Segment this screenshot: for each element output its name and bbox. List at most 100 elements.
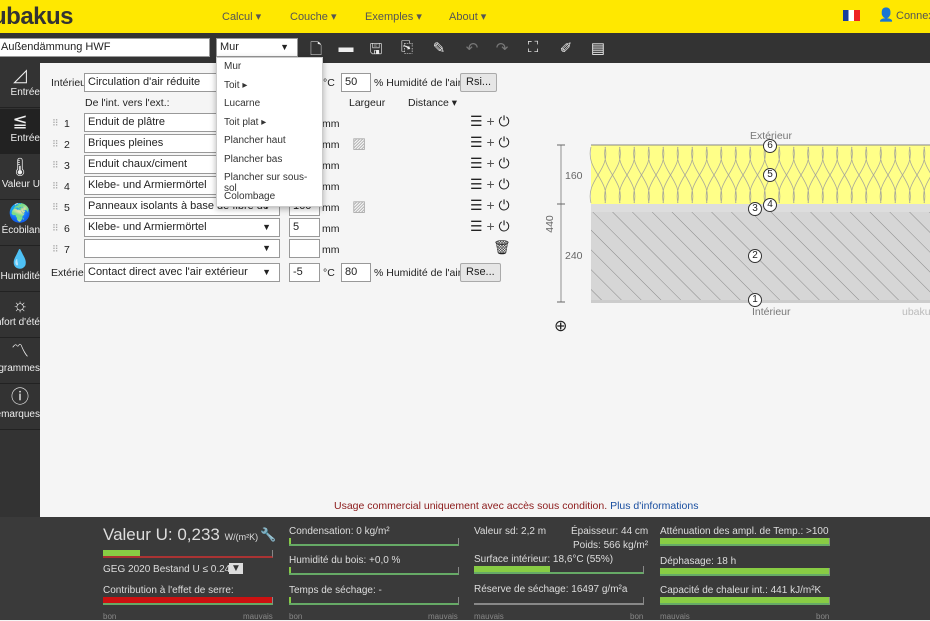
nav-calcul[interactable]: Calcul ▾ bbox=[222, 10, 261, 23]
commercial-notice: Usage commercial uniquement avec accès s… bbox=[334, 500, 698, 512]
greenhouse-bar bbox=[103, 597, 273, 605]
nav-exemples[interactable]: Exemples ▾ bbox=[365, 10, 422, 23]
ruler-icon: ◿ bbox=[13, 65, 27, 85]
save-icon[interactable]: 🖫 bbox=[367, 39, 385, 64]
add-wood-icon[interactable]: ▨ bbox=[352, 197, 366, 215]
nav-about[interactable]: About ▾ bbox=[449, 10, 486, 23]
nav-couche[interactable]: Couche ▾ bbox=[290, 10, 337, 23]
rse-button[interactable]: Rse... bbox=[460, 263, 501, 282]
layer-thickness-input[interactable] bbox=[289, 239, 320, 258]
trash-icon[interactable]: 🗑 bbox=[493, 239, 511, 256]
layer-number: 6 bbox=[64, 223, 70, 235]
surface-temp-bar bbox=[474, 566, 644, 574]
power-icon[interactable]: ⏻ bbox=[499, 134, 510, 150]
exterior-temp-input[interactable]: -5 bbox=[289, 263, 320, 282]
drag-handle[interactable]: ⠿ bbox=[52, 181, 59, 192]
add-layer-icon[interactable]: + bbox=[486, 113, 494, 129]
sidebar-item-entree-ruler[interactable]: ◿ Entrée bbox=[0, 63, 40, 108]
warning-icon: ⓘ bbox=[11, 387, 29, 407]
add-wood-icon[interactable]: ▨ bbox=[352, 134, 366, 152]
layers-icon: ≦ bbox=[12, 111, 28, 131]
edit-icon[interactable]: ✎ bbox=[430, 39, 448, 57]
sidebar-item-valeur-u[interactable]: 🌡 Valeur U bbox=[0, 155, 40, 200]
menu-icon[interactable]: ☰ bbox=[470, 134, 483, 150]
redo-icon[interactable]: ↷ bbox=[493, 39, 511, 57]
sidebar-item-diagrammes[interactable]: 〽Diagrammes bbox=[0, 339, 40, 384]
zoom-in-icon[interactable]: ⊕ bbox=[554, 316, 567, 336]
open-folder-icon[interactable]: ▬ bbox=[337, 39, 355, 56]
layer-material-select[interactable]: Klebe- und Armiermörtel bbox=[84, 218, 280, 237]
wrench-icon[interactable]: 🔧 bbox=[260, 527, 276, 543]
globe-icon: 🌍 bbox=[8, 203, 32, 223]
menu-item[interactable]: Lucarne bbox=[217, 95, 322, 114]
add-layer-icon[interactable]: + bbox=[486, 176, 494, 192]
menu-item[interactable]: Toit ▸ bbox=[217, 77, 322, 96]
construction-type-select[interactable]: Mur bbox=[216, 38, 298, 57]
standard-select[interactable]: GEG 2020 Bestand U ≤ 0.24 bbox=[103, 564, 230, 575]
menu-item[interactable]: Plancher sur sous-sol bbox=[217, 169, 322, 194]
drag-handle[interactable]: ⠿ bbox=[52, 139, 59, 150]
layer-marker-4: 4 bbox=[763, 198, 777, 212]
power-icon[interactable]: ⏻ bbox=[499, 176, 510, 192]
drying-reserve-bar bbox=[474, 597, 644, 605]
pdf-icon[interactable]: ⎘ bbox=[398, 39, 416, 56]
top-bar: ubakus Calcul ▾ Couche ▾ Exemples ▾ Abou… bbox=[0, 0, 930, 33]
dropdown-icon[interactable]: ▼ bbox=[229, 563, 243, 574]
layer-actions: ☰ + ⏻ bbox=[470, 134, 510, 151]
layer-thickness-input[interactable]: 5 bbox=[289, 218, 320, 237]
drag-handle[interactable]: ⠿ bbox=[52, 202, 59, 213]
more-info-link[interactable]: Plus d'informations bbox=[610, 500, 698, 512]
power-icon[interactable]: ⏻ bbox=[499, 218, 510, 234]
logo[interactable]: ubakus bbox=[0, 3, 74, 31]
drag-handle[interactable]: ⠿ bbox=[52, 118, 59, 129]
dim-240: 240 bbox=[565, 250, 583, 262]
menu-item[interactable]: Plancher haut bbox=[217, 132, 322, 151]
sidebar-item-entree-layers[interactable]: ≦ Entrée bbox=[0, 109, 40, 154]
interior-humidity-label: % Humidité de l'air bbox=[374, 77, 462, 89]
distance-header[interactable]: Distance ▾ bbox=[408, 97, 457, 109]
add-layer-icon[interactable]: + bbox=[486, 155, 494, 171]
brush-icon[interactable]: ✐ bbox=[557, 39, 575, 57]
comment-icon[interactable]: ▤ bbox=[589, 39, 607, 57]
menu-icon[interactable]: ☰ bbox=[470, 218, 483, 234]
project-name-input[interactable]: Außendämmung HWF bbox=[0, 38, 210, 57]
add-layer-icon[interactable]: + bbox=[486, 134, 494, 150]
interior-humidity-input[interactable]: 50 bbox=[341, 73, 371, 92]
menu-item[interactable]: Toit plat ▸ bbox=[217, 114, 322, 133]
drop-icon: 💧 bbox=[8, 249, 32, 269]
user-icon[interactable]: 👤 bbox=[878, 7, 894, 23]
drag-handle[interactable]: ⠿ bbox=[52, 244, 59, 255]
sd-value: Valeur sd: 2,2 m bbox=[474, 526, 547, 537]
fullscreen-icon[interactable]: ⛶ bbox=[524, 39, 542, 56]
drag-handle[interactable]: ⠿ bbox=[52, 160, 59, 171]
layer-marker-5: 5 bbox=[763, 168, 777, 182]
sidebar-item-confort[interactable]: ☼Confort d'été bbox=[0, 293, 40, 338]
heat-capacity-bar bbox=[660, 597, 830, 605]
drag-handle[interactable]: ⠿ bbox=[52, 223, 59, 234]
add-layer-icon[interactable]: + bbox=[486, 197, 494, 213]
layer-material-select[interactable] bbox=[84, 239, 280, 258]
layer-number: 4 bbox=[64, 181, 70, 193]
power-icon[interactable]: ⏻ bbox=[499, 197, 510, 213]
menu-item[interactable]: Mur bbox=[217, 58, 322, 77]
undo-icon[interactable]: ↶ bbox=[463, 39, 481, 57]
menu-item[interactable]: Colombage bbox=[217, 188, 322, 207]
menu-icon[interactable]: ☰ bbox=[470, 113, 483, 129]
exterior-humidity-input[interactable]: 80 bbox=[341, 263, 371, 282]
menu-item[interactable]: Plancher bas bbox=[217, 151, 322, 170]
menu-icon[interactable]: ☰ bbox=[470, 197, 483, 213]
add-layer-icon[interactable]: + bbox=[486, 218, 494, 234]
sidebar-item-remarques[interactable]: ⓘRemarques bbox=[0, 385, 40, 430]
login-link[interactable]: Connexion bbox=[896, 10, 930, 22]
attenuation-bar bbox=[660, 538, 830, 546]
power-icon[interactable]: ⏻ bbox=[499, 113, 510, 129]
power-icon[interactable]: ⏻ bbox=[499, 155, 510, 171]
fr-flag-icon[interactable] bbox=[843, 10, 860, 21]
greenhouse-label: Contribution à l'effet de serre: bbox=[103, 585, 234, 596]
exterior-condition-select[interactable]: Contact direct avec l'air extérieur bbox=[84, 263, 280, 282]
menu-icon[interactable]: ☰ bbox=[470, 176, 483, 192]
rsi-button[interactable]: Rsi... bbox=[460, 73, 498, 92]
sidebar-item-humidite[interactable]: 💧 Humidité bbox=[0, 247, 40, 292]
menu-icon[interactable]: ☰ bbox=[470, 155, 483, 171]
sidebar-item-ecobilan[interactable]: 🌍 Écobilan bbox=[0, 201, 40, 246]
